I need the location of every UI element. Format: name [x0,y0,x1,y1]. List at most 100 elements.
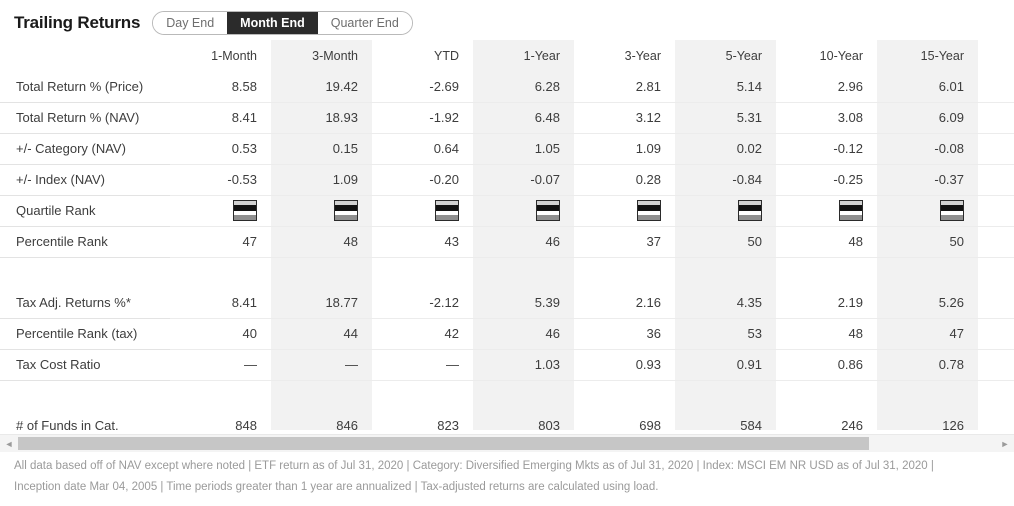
table-cell [271,257,372,287]
table-row: Total Return % (NAV) 8.41 18.93 -1.92 6.48 3.… [0,102,1014,134]
table-cell: 0.86 [776,349,877,381]
table-cell: 42 [372,318,473,350]
table-cell: 0.53 [170,133,271,165]
panel-header: Trailing Returns Day End Month End Quarter… [0,0,1014,36]
table-cell: 0.15 [271,133,372,165]
scroll-left-arrow-icon[interactable]: ◄ [0,435,18,453]
table-cell [372,257,473,287]
quartile-bars-icon [334,200,358,221]
table-cell: 6.01 [877,71,978,103]
row-label: Total Return % (Price) [0,71,170,103]
table-cell: 5.39 [473,287,574,319]
table-cell [978,257,1014,287]
table-cell: 50 [877,226,978,258]
quartile-bars-icon [637,200,661,221]
table-cell: 3.12 [574,102,675,134]
table-row: Tax Adj. Returns %* 8.41 18.77 -2.12 5.39 2.1… [0,287,1014,319]
table-cell [978,410,1014,430]
table-cell [574,257,675,287]
row-label: Total Return % (NAV) [0,102,170,134]
column-header-1-month: 1-Month [211,48,257,63]
quartile-bars-icon [536,200,560,221]
table-cell [978,133,1014,165]
horizontal-scrollbar[interactable]: ◄ ► [0,434,1014,452]
table-cell [473,257,574,287]
scrollbar-thumb[interactable] [18,437,869,450]
table-cell: 6.48 [473,102,574,134]
table-cell: 48 [776,226,877,258]
table-cell: 0.78 [877,349,978,381]
table-cell: 1.09 [574,133,675,165]
quartile-bars-icon [738,200,762,221]
quartile-bars-icon [839,200,863,221]
row-label: Percentile Rank (tax) [0,318,170,350]
table-cell [978,318,1014,350]
table-cell: 848 [170,410,271,430]
table-cell [170,257,271,287]
table-cell: 5.26 [877,287,978,319]
table-cell: 0.28 [574,164,675,196]
table-cell [675,380,776,410]
table-cell [574,380,675,410]
table-cell [978,226,1014,258]
table-cell: 2.96 [776,71,877,103]
table-cell [271,380,372,410]
table-cell: -2.69 [372,71,473,103]
table-cell [978,349,1014,381]
quartile-rank-icon [170,195,271,227]
table-cell: 43 [372,226,473,258]
table-cell: 246 [776,410,877,430]
quartile-bars-icon [233,200,257,221]
table-cell: 126 [877,410,978,430]
column-header-ytd: YTD [434,48,459,63]
row-label [0,257,170,287]
table-cell: 2.81 [574,71,675,103]
row-label: Tax Cost Ratio [0,349,170,381]
table-cell: 47 [170,226,271,258]
tab-quarter-end[interactable]: Quarter End [317,12,412,34]
quartile-bars-icon [435,200,459,221]
table-cell: 18.93 [271,102,372,134]
tab-day-end[interactable]: Day End [153,12,228,34]
table-cell: -2.12 [372,287,473,319]
table-cell: 50 [675,226,776,258]
table-cell: 0.02 [675,133,776,165]
quartile-rank-icon [372,195,473,227]
table-cell [978,287,1014,319]
table-cell: -0.25 [776,164,877,196]
row-label: Tax Adj. Returns %* [0,287,170,319]
table-row: Percentile Rank 47 48 43 46 37 50 48 50 [0,226,1014,258]
table-cell: 40 [170,318,271,350]
scroll-right-arrow-icon[interactable]: ► [996,435,1014,453]
column-header-si: Si [978,40,1014,71]
table-cell [776,257,877,287]
table-row: +/- Index (NAV) -0.53 1.09 -0.20 -0.07 0.28 -0… [0,164,1014,196]
table-cell: 48 [776,318,877,350]
table-cell: 53 [675,318,776,350]
table-cell: 46 [473,318,574,350]
quartile-rank-icon [675,195,776,227]
table-cell: 3.08 [776,102,877,134]
quartile-rank-icon [271,195,372,227]
table-cell [877,380,978,410]
table-cell [776,380,877,410]
tab-month-end[interactable]: Month End [227,12,318,34]
returns-table-scroll-area[interactable]: 1-Month 3-Month YTD 1-Year 3-Year 5-Year 10-Ye… [0,40,1014,430]
footnote-line-1: All data based off of NAV except where n… [14,460,934,472]
table-cell: 2.19 [776,287,877,319]
column-header-3-year: 3-Year [624,48,661,63]
row-label: # of Funds in Cat. [0,410,170,430]
footnote-line-2: Inception date Mar 04, 2005 | Time perio… [14,481,659,493]
quartile-rank-icon [473,195,574,227]
scrollbar-track[interactable] [18,437,996,450]
table-header-row: 1-Month 3-Month YTD 1-Year 3-Year 5-Year 10-Ye… [0,40,1014,71]
table-cell: 2.16 [574,287,675,319]
table-cell [978,71,1014,103]
quartile-rank-icon [574,195,675,227]
table-cell: 48 [271,226,372,258]
table-cell: 0.64 [372,133,473,165]
quartile-rank-icon [877,195,978,227]
row-label: +/- Category (NAV) [0,133,170,165]
table-cell: 1.09 [271,164,372,196]
table-cell: -0.07 [473,164,574,196]
